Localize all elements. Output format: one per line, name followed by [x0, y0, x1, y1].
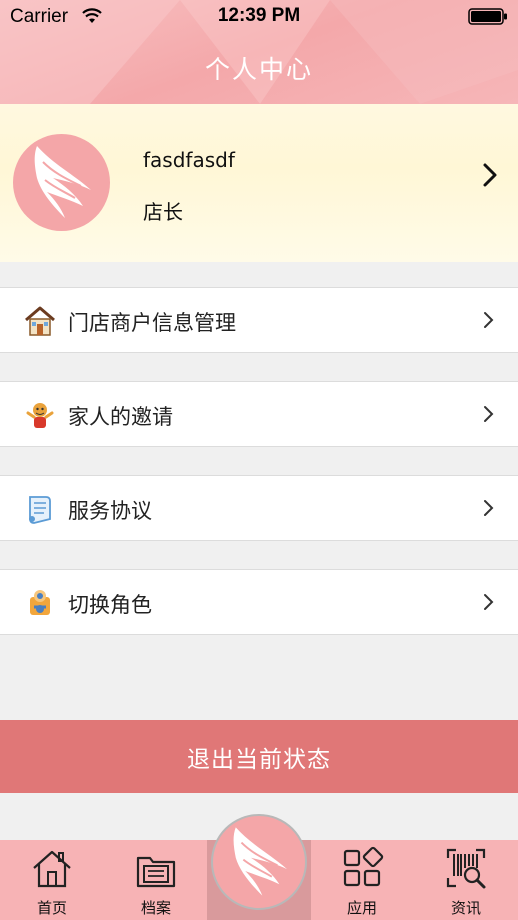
tab-archive[interactable]: 档案 [104, 840, 208, 920]
menu-item-service-agreement[interactable]: 服务协议 [0, 475, 518, 541]
tab-label: 档案 [140, 899, 171, 917]
folder-icon [136, 856, 176, 888]
avatar[interactable] [13, 134, 110, 231]
tab-label: 应用 [346, 899, 377, 917]
family-figure-icon [26, 403, 54, 428]
menu-label: 服务协议 [68, 499, 152, 523]
status-bar: Carrier 12:39 PM [0, 0, 518, 34]
chevron-right-icon [484, 312, 494, 328]
switch-role-icon [30, 590, 50, 615]
menu-label: 切换角色 [68, 593, 152, 617]
tab-label: 首页 [36, 899, 67, 917]
clock: 12:39 PM [217, 5, 301, 26]
profile-role: 店长 [143, 200, 183, 224]
menu-item-switch-role[interactable]: 切换角色 [0, 569, 518, 635]
chevron-right-icon [483, 163, 497, 187]
center-logo-button[interactable] [211, 814, 307, 910]
wing-logo-icon [34, 146, 91, 218]
page-title: 个人中心 [204, 55, 313, 84]
profile-card[interactable]: fasdfasdf 店长 [0, 104, 518, 262]
chevron-right-icon [484, 500, 494, 516]
home-icon [33, 850, 71, 888]
menu-item-family-invite[interactable]: 家人的邀请 [0, 381, 518, 447]
tab-home[interactable]: 首页 [0, 840, 104, 920]
tab-label: 资讯 [450, 899, 481, 917]
battery-icon [468, 8, 507, 25]
menu-item-store-info[interactable]: 门店商户信息管理 [0, 287, 518, 353]
chevron-right-icon [484, 594, 494, 610]
apps-grid-icon [343, 846, 384, 887]
tab-apps[interactable]: 应用 [310, 840, 414, 920]
logout-button[interactable]: 退出当前状态 [0, 720, 518, 793]
menu-label: 门店商户信息管理 [68, 311, 236, 335]
profile-name: fasdfasdf [143, 148, 235, 172]
menu-label: 家人的邀请 [68, 405, 173, 429]
scroll-document-icon [29, 496, 51, 524]
barcode-search-icon [446, 848, 486, 889]
chevron-right-icon [484, 406, 494, 422]
store-house-icon [25, 306, 55, 336]
wing-logo-icon [233, 827, 287, 896]
tab-news[interactable]: 资讯 [414, 840, 518, 920]
